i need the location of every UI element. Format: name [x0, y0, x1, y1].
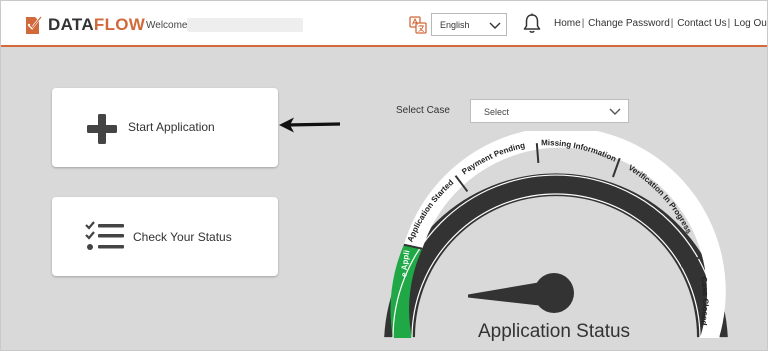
check-status-button[interactable]: Check Your Status: [52, 197, 278, 276]
nav-home-link[interactable]: Home: [554, 18, 581, 29]
arrow-left-icon: [279, 117, 341, 133]
gauge-hub: [534, 273, 574, 313]
gauge-title: Application Status: [478, 321, 630, 342]
nav-separator: |: [670, 18, 674, 29]
nav-contact-us-link[interactable]: Contact Us: [677, 18, 726, 29]
welcome-label: Welcome: [146, 20, 188, 31]
checklist-icon: [85, 221, 124, 250]
language-select[interactable]: English: [431, 13, 507, 36]
select-case-value: Select: [484, 107, 510, 117]
check-status-label: Check Your Status: [133, 230, 232, 244]
chevron-down-icon: [609, 108, 621, 115]
header-bar: DATAFLOW Welcome English Home| Change Pa…: [1, 1, 767, 47]
brand-part-flow: FLOW: [93, 15, 146, 34]
nav-separator: |: [581, 18, 585, 29]
brand-name: DATAFLOW: [48, 15, 145, 35]
plus-icon: [87, 114, 117, 144]
language-value: English: [440, 20, 470, 30]
select-case-label: Select Case: [396, 105, 450, 116]
top-nav: Home| Change Password| Contact Us| Log O…: [554, 18, 767, 29]
nav-change-password-link[interactable]: Change Password: [588, 18, 670, 29]
stage-create-application: Create Application: [361, 131, 412, 277]
check-document-logo-icon: [26, 16, 42, 34]
application-status-gauge: Create Application Application Started P…: [361, 131, 728, 342]
bell-icon[interactable]: [522, 13, 542, 35]
start-application-button[interactable]: Start Application: [52, 88, 278, 167]
start-application-label: Start Application: [128, 120, 215, 134]
select-case-dropdown[interactable]: Select: [470, 99, 629, 123]
app-frame: DATAFLOW Welcome English Home| Change Pa…: [0, 0, 768, 351]
username-redacted: [187, 18, 303, 32]
translate-icon[interactable]: [409, 16, 427, 34]
brand-part-data: DATA: [48, 15, 94, 34]
logo[interactable]: DATAFLOW: [25, 14, 145, 36]
nav-log-out-link[interactable]: Log Out: [734, 18, 767, 29]
nav-separator: |: [727, 18, 731, 29]
chevron-down-icon: [489, 22, 501, 29]
